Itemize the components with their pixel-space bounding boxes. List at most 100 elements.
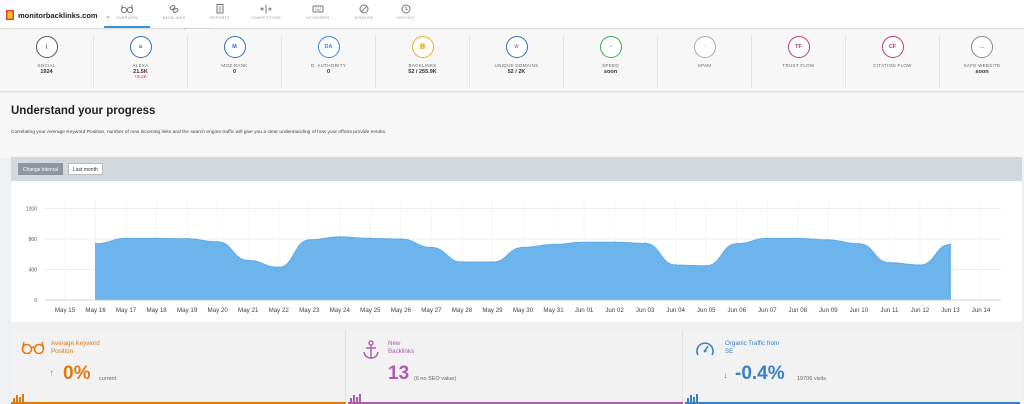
x-tick-label: Jun 01 [575, 307, 594, 314]
metric-value: 0 [232, 69, 237, 75]
nav-competitors[interactable]: COMPETITORS [243, 3, 289, 28]
metric-name: BACKLINKS [408, 63, 437, 68]
data-point [644, 242, 646, 245]
x-tick-label: May 26 [391, 307, 412, 314]
nav-keywords[interactable]: KEYWORDS [295, 3, 341, 28]
x-tick-label: Jun 08 [789, 307, 808, 314]
site-selector[interactable]: monitorbacklinks.com ⌄ [6, 8, 111, 22]
data-point [613, 241, 616, 243]
card-title: Organic Traffic from SE [725, 340, 780, 355]
metric-speed[interactable]: ◔ SPEED soon [564, 36, 658, 88]
card-value: 0% [63, 363, 91, 384]
metric-trust-flow[interactable]: TF TRUST FLOW [752, 36, 846, 88]
arrow-down-icon: ↓ [723, 370, 728, 380]
x-tick-label: Jun 03 [636, 307, 655, 314]
link-icon [169, 4, 179, 14]
card-new-backlinks[interactable]: New Backlinks 13 (6 no SEO value) [348, 330, 683, 404]
domain-authority-icon: DA [317, 36, 340, 58]
moz-icon: M [223, 36, 246, 58]
metrics-bar: ⟨ SOCIAL 1924 a ALEXA 21.5K +5.2K M MOZ … [0, 30, 1024, 92]
x-tick-label: May 30 [513, 307, 534, 314]
speedometer-icon [696, 342, 714, 356]
metric-name: D. AUTHORITY [310, 63, 347, 68]
card-value: 13 [388, 363, 410, 384]
x-tick-label: May 27 [421, 307, 442, 314]
data-point [216, 240, 219, 243]
data-point [461, 261, 463, 263]
x-tick-label: May 31 [543, 307, 564, 314]
nav-history[interactable]: HISTORY [383, 3, 429, 28]
disavow-icon [359, 4, 369, 14]
metric-name: TRUST FLOW [782, 63, 815, 68]
metric-name: SOCIAL [37, 63, 56, 68]
metric-name: ALEXA [132, 63, 149, 68]
metric-moz-rank[interactable]: M MOZ RANK 0 [188, 36, 282, 88]
top-navigation: monitorbacklinks.com ⌄ OVERVIEW BACKLINK… [0, 0, 1024, 37]
metric-unique-domains[interactable]: ☆ UNIQUE DOMAINS 52 / 2K [470, 36, 564, 88]
nav-label: REPORTS [210, 16, 230, 20]
card-subtext: current [99, 376, 117, 382]
card-title: Average Keyword Position [51, 340, 100, 355]
data-point [94, 242, 97, 245]
metric-value: 52 / 255.9K [408, 69, 437, 75]
x-tick-label: Jun 04 [666, 307, 685, 314]
metric-name: UNIQUE DOMAINS [494, 63, 539, 68]
star-icon: ☆ [505, 36, 528, 58]
nav-label: COMPETITORS [251, 16, 281, 20]
metric-value: 52 / 2K [507, 69, 526, 75]
data-point [277, 266, 280, 269]
anchor-icon [363, 340, 379, 359]
nav-reports[interactable]: REPORTS [197, 3, 243, 28]
data-point [491, 261, 494, 263]
glasses-icon [21, 341, 45, 354]
metric-citation-flow[interactable]: CF CITATION FLOW [846, 36, 940, 88]
x-tick-label: May 19 [177, 307, 198, 314]
mini-bars-icon [13, 394, 24, 402]
data-point [125, 237, 127, 240]
site-logo-icon [6, 10, 14, 20]
x-tick-label: Jun 11 [880, 307, 899, 314]
trust-flow-icon: TF [787, 36, 810, 58]
card-subtext: (6 no SEO value) [414, 376, 457, 382]
x-tick-label: May 24 [330, 307, 351, 314]
x-tick-label: Jun 09 [819, 307, 838, 314]
mini-bars-icon [350, 394, 361, 402]
metric-alexa[interactable]: a ALEXA 21.5K +5.2K [94, 36, 188, 88]
site-name: monitorbacklinks.com [18, 10, 98, 20]
more-icon: … [971, 36, 993, 58]
glasses-icon [120, 4, 134, 14]
nav-label: DISAVOW [354, 16, 374, 20]
nav-disavow[interactable]: DISAVOW [341, 3, 387, 28]
nav-backlinks[interactable]: BACKLINKS [151, 3, 197, 28]
area-chart: 0 400 800 1200 May 15 May 16 May 17 May 18 May 1… [26, 201, 1001, 314]
data-point [797, 237, 799, 240]
y-tick-label: 0 [34, 298, 37, 304]
x-tick-label: May 20 [208, 307, 229, 314]
card-subtext: 19706 visits [797, 376, 827, 382]
metric-backlinks[interactable]: ⛓ BACKLINKS 52 / 255.9K [376, 36, 470, 88]
data-point [522, 246, 524, 249]
data-point [155, 237, 158, 240]
metric-value: 0 [326, 69, 331, 75]
card-value: -0.4% [735, 363, 785, 384]
metric-delta: +5.2K [134, 75, 147, 80]
data-point [919, 264, 921, 266]
data-point [735, 242, 738, 245]
nav-overview[interactable]: OVERVIEW [104, 3, 150, 28]
metric-safe-website[interactable]: … SAFE WEBSITE soon [940, 36, 1024, 88]
x-tick-label: May 15 [55, 307, 76, 314]
x-tick-label: May 25 [360, 307, 381, 314]
metric-spam[interactable]: · SPAM [658, 36, 752, 88]
card-organic-traffic[interactable]: Organic Traffic from SE ↓ -0.4% 19706 vi… [685, 330, 1020, 404]
data-point [186, 237, 188, 240]
card-keyword-position[interactable]: Average Keyword Position ↑ 0% current [11, 330, 346, 404]
data-point [247, 259, 249, 262]
x-tick-label: Jun 02 [605, 307, 624, 314]
metric-domain-authority[interactable]: DA D. AUTHORITY 0 [282, 36, 376, 88]
metric-value: soon [603, 69, 618, 75]
metric-social[interactable]: ⟨ SOCIAL 1924 [0, 36, 94, 88]
metric-name: SPEED [602, 63, 619, 68]
data-point [339, 235, 341, 238]
x-tick-label: Jun 10 [850, 307, 869, 314]
metric-name: CITATION FLOW [873, 63, 912, 68]
